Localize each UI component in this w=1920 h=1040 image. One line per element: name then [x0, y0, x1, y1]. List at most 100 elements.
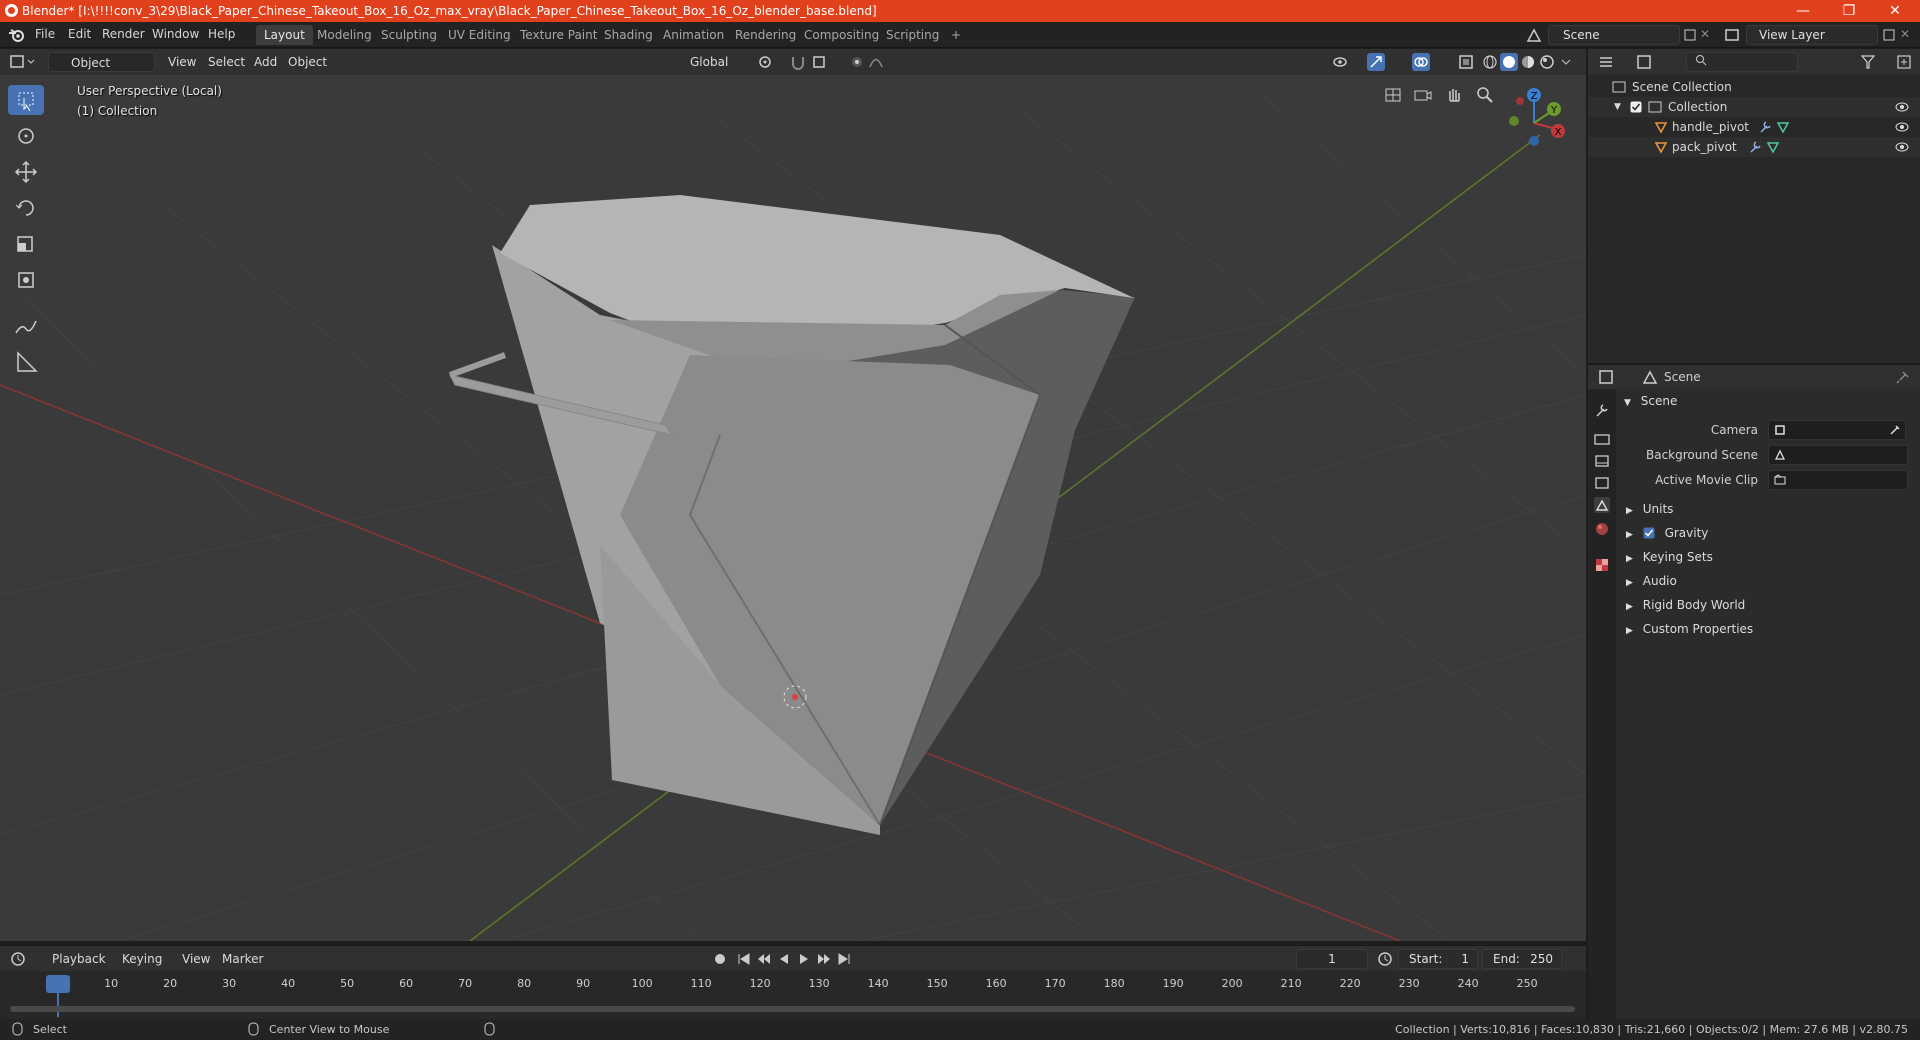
record-icon[interactable] [712, 951, 728, 967]
outliner-search-input[interactable] [1686, 52, 1798, 72]
gizmo-neg-z-axis[interactable] [1529, 136, 1539, 146]
tab-layout[interactable]: Layout [256, 25, 313, 45]
tab-texture-paint[interactable]: Texture Paint [512, 25, 605, 45]
expand-arrow-icon[interactable]: ▼ [1614, 97, 1621, 117]
play-reverse-icon[interactable] [776, 951, 792, 967]
view-layer-icon[interactable] [1724, 27, 1742, 43]
annotate-tool[interactable] [8, 311, 44, 341]
select-box-tool[interactable] [8, 85, 44, 115]
gravity-checkbox[interactable] [1643, 527, 1655, 539]
view-layer-selector[interactable]: View Layer [1746, 25, 1878, 45]
next-keyframe-icon[interactable] [816, 951, 832, 967]
toggle-perspective-icon[interactable] [1383, 85, 1403, 105]
blender-menu-icon[interactable] [8, 27, 26, 43]
gravity-panel-header[interactable]: ▶ Gravity [1626, 523, 1916, 543]
scene-icon[interactable] [1526, 27, 1544, 43]
new-scene-icon[interactable] [1683, 28, 1697, 42]
cursor-tool[interactable] [8, 121, 44, 151]
pan-view-icon[interactable] [1444, 85, 1464, 105]
tab-modeling[interactable]: Modeling [309, 25, 380, 45]
rotate-tool[interactable] [8, 193, 44, 223]
outliner-row-handle-pivot[interactable]: handle_pivot [1588, 117, 1920, 137]
outliner-row-collection[interactable]: ▼ Collection [1588, 97, 1920, 117]
timeline-editor-type-icon[interactable] [10, 951, 38, 967]
add-workspace-button[interactable]: + [943, 25, 969, 45]
minimize-button[interactable]: — [1780, 0, 1826, 22]
camera-field[interactable] [1768, 420, 1906, 440]
units-panel-header[interactable]: ▶ Units [1626, 499, 1916, 519]
visibility-eye-icon[interactable] [1894, 121, 1910, 133]
solid-shading-icon[interactable] [1500, 53, 1518, 71]
move-tool[interactable] [8, 157, 44, 187]
render-tab-icon[interactable] [1594, 431, 1610, 447]
playhead[interactable] [46, 975, 70, 993]
scene-panel-header[interactable]: ▼ Scene [1624, 391, 1914, 411]
start-frame-field[interactable]: Start: 1 [1398, 949, 1478, 969]
new-view-layer-icon[interactable] [1882, 28, 1896, 42]
jump-start-icon[interactable] [736, 951, 752, 967]
menu-file[interactable]: File [35, 27, 55, 41]
tool-tab-icon[interactable] [1594, 403, 1610, 419]
scene-tab-icon[interactable] [1594, 497, 1610, 513]
exclude-checkbox[interactable] [1630, 101, 1642, 113]
wireframe-shading-icon[interactable] [1482, 54, 1498, 70]
menu-keying[interactable]: Keying [122, 949, 162, 969]
keying-sets-panel-header[interactable]: ▶ Keying Sets [1626, 547, 1916, 567]
falloff-icon[interactable] [868, 54, 894, 70]
gizmo-neg-y-axis[interactable] [1509, 116, 1519, 126]
filter-icon[interactable] [1860, 54, 1888, 70]
outliner-editor-type-icon[interactable] [1598, 54, 1626, 70]
material-shading-icon[interactable] [1520, 54, 1536, 70]
proportional-edit-icon[interactable] [849, 54, 865, 70]
snap-icon[interactable] [790, 54, 808, 70]
editor-type-icon[interactable] [10, 54, 38, 70]
view-layer-tab-icon[interactable] [1594, 475, 1610, 491]
active-movie-clip-field[interactable] [1768, 470, 1908, 490]
end-frame-field[interactable]: End: 250 [1482, 949, 1562, 969]
current-frame-field[interactable]: 1 [1296, 949, 1368, 969]
menu-edit[interactable]: Edit [68, 27, 91, 41]
tab-shading[interactable]: Shading [596, 25, 661, 45]
zoom-view-icon[interactable] [1475, 85, 1495, 105]
gizmo-neg-x-axis[interactable] [1516, 97, 1524, 105]
menu-view[interactable]: View [168, 52, 196, 72]
eyedropper-icon[interactable] [1889, 424, 1901, 436]
menu-render[interactable]: Render [102, 27, 145, 41]
jump-end-icon[interactable] [836, 951, 852, 967]
xray-toggle-icon[interactable] [1458, 54, 1474, 70]
menu-marker[interactable]: Marker [222, 949, 263, 969]
menu-object[interactable]: Object [288, 52, 327, 72]
menu-select[interactable]: Select [208, 52, 245, 72]
texture-tab-icon[interactable] [1594, 557, 1610, 573]
mesh-data-icon[interactable] [1766, 140, 1780, 154]
tab-animation[interactable]: Animation [655, 25, 732, 45]
scale-tool[interactable] [8, 229, 44, 259]
orientation-dropdown[interactable]: Global [668, 52, 746, 72]
3d-viewport[interactable]: User Perspective (Local) (1) Collection … [0, 75, 1586, 941]
tab-compositing[interactable]: Compositing [796, 25, 887, 45]
outliner-row-scene-collection[interactable]: Scene Collection [1588, 77, 1920, 97]
shading-options-icon[interactable] [1560, 55, 1572, 69]
mode-dropdown[interactable]: Object Mode [48, 52, 155, 90]
delete-view-layer-icon[interactable]: ✕ [1900, 27, 1910, 41]
visibility-eye-icon[interactable] [1894, 141, 1910, 153]
properties-editor-type-icon[interactable] [1598, 369, 1626, 385]
delete-scene-icon[interactable]: ✕ [1700, 27, 1710, 41]
visibility-icon[interactable] [1332, 54, 1360, 70]
pin-icon[interactable] [1896, 370, 1910, 384]
background-scene-field[interactable] [1768, 445, 1908, 465]
menu-playback[interactable]: Playback [52, 949, 106, 969]
mesh-data-icon[interactable] [1776, 120, 1790, 134]
tab-scripting[interactable]: Scripting [878, 25, 947, 45]
play-icon[interactable] [796, 951, 812, 967]
display-mode-icon[interactable] [1636, 54, 1664, 70]
overlays-toggle-icon[interactable] [1412, 53, 1442, 71]
timeline-scrollbar[interactable] [10, 1006, 1575, 1012]
pivot-point-icon[interactable] [757, 54, 783, 70]
modifier-wrench-icon[interactable] [1758, 120, 1772, 134]
menu-help[interactable]: Help [208, 27, 235, 41]
snap-target-icon[interactable] [812, 54, 838, 70]
menu-timeline-view[interactable]: View [182, 949, 210, 969]
preview-range-icon[interactable] [1377, 951, 1393, 967]
measure-tool[interactable] [8, 347, 44, 377]
